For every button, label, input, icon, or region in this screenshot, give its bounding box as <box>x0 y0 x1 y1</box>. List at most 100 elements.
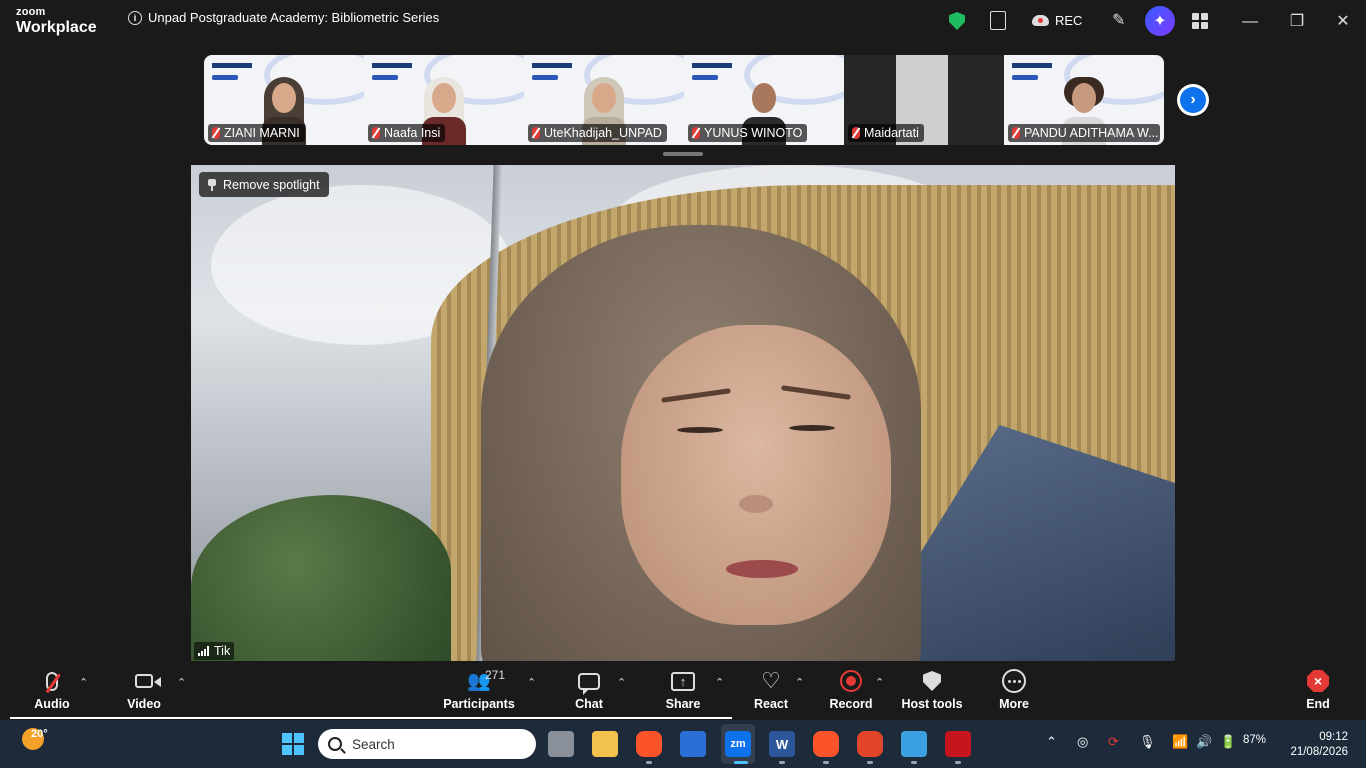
battery-icon[interactable]: 🔋 <box>1220 734 1236 750</box>
info-icon[interactable]: i <box>128 10 142 25</box>
volume-icon[interactable]: 🔊 <box>1196 734 1212 750</box>
spotlight-video[interactable] <box>191 165 1175 661</box>
participant-tile[interactable]: PANDU ADITHAMA W... <box>1004 55 1164 145</box>
task-view-icon[interactable] <box>548 731 574 757</box>
wifi-icon[interactable]: 📶 <box>1172 734 1188 750</box>
signal-strength-icon <box>198 646 209 656</box>
title-bar: zoom Workplace i Unpad Postgraduate Acad… <box>0 0 1366 44</box>
heart-icon: ♡ <box>761 668 781 693</box>
file-explorer-icon[interactable] <box>592 731 618 757</box>
video-button[interactable]: Video <box>104 667 184 711</box>
chat-icon <box>578 672 600 695</box>
toolbar-focus-underline <box>10 717 732 719</box>
close-button[interactable]: ✕ <box>1329 8 1357 36</box>
video-options-caret[interactable]: ⌃ <box>177 676 186 689</box>
cloud-record-icon <box>1032 15 1049 26</box>
brand-line-1: zoom <box>16 6 46 18</box>
chat-options-caret[interactable]: ⌃ <box>617 676 626 689</box>
tray-app-icon[interactable]: ◎ <box>1077 734 1088 750</box>
clock-time: 09:12 <box>1319 731 1348 743</box>
windows-start-icon[interactable] <box>282 733 304 755</box>
participant-tile[interactable]: UteKhadijah_UNPAD <box>524 55 684 145</box>
minimize-button[interactable]: — <box>1236 8 1264 36</box>
participant-name-tag: ZIANI MARNI <box>208 124 305 142</box>
participant-name-tag: Maidartati <box>848 124 924 142</box>
speaker-name-tag: Tik <box>194 642 235 660</box>
gallery-resize-handle[interactable] <box>663 152 703 156</box>
speaker-name: Tik <box>214 644 231 658</box>
video-label: Video <box>127 697 161 711</box>
gallery-next-button[interactable]: › <box>1177 84 1209 116</box>
apps-grid-icon[interactable] <box>1192 13 1208 29</box>
participant-tile[interactable]: YUNUS WINOTO <box>684 55 844 145</box>
meeting-info[interactable]: i Unpad Postgraduate Academy: Bibliometr… <box>128 10 439 25</box>
mic-muted-icon <box>372 127 380 139</box>
audio-button[interactable]: Audio <box>12 667 92 711</box>
participant-name: YUNUS WINOTO <box>704 126 803 140</box>
zoom-app-icon[interactable]: zm <box>725 731 751 757</box>
mic-off-icon <box>46 671 58 691</box>
recording-indicator[interactable]: REC <box>1032 13 1082 28</box>
tray-overflow-icon[interactable]: ⌃ <box>1046 734 1057 750</box>
record-icon <box>840 670 862 692</box>
taskbar-clock[interactable]: 09:12 21/08/2026 <box>1284 730 1348 760</box>
encryption-shield-icon[interactable] <box>949 12 965 30</box>
end-meeting-icon: × <box>1307 670 1329 692</box>
react-label: React <box>753 697 789 711</box>
battery-percent: 87% <box>1243 734 1267 746</box>
meeting-title: Unpad Postgraduate Academy: Bibliometric… <box>148 10 440 25</box>
remove-spotlight-button[interactable]: Remove spotlight <box>199 172 329 197</box>
weather-temp: 20° <box>31 728 48 740</box>
clock-date: 21/08/2026 <box>1290 746 1348 758</box>
shield-icon <box>923 671 941 691</box>
chat-button[interactable]: Chat <box>549 667 629 711</box>
remove-spotlight-label: Remove spotlight <box>223 177 320 192</box>
search-icon <box>328 737 342 751</box>
share-label: Share <box>665 697 701 711</box>
more-button[interactable]: More <box>974 667 1054 711</box>
annotate-icon[interactable]: ✎ <box>1112 12 1130 30</box>
gallery-strip: ZIANI MARNI Naafa Insi UteKhadijah_UNPAD… <box>204 55 1164 145</box>
participant-name: Naafa Insi <box>384 126 441 140</box>
participants-label: Participants <box>443 697 515 711</box>
pin-icon <box>208 178 216 191</box>
taskbar-search[interactable]: Search <box>318 729 536 759</box>
share-button[interactable]: ↑ Share <box>643 667 723 711</box>
participant-tile[interactable]: Maidartati <box>844 55 1004 145</box>
audio-options-caret[interactable]: ⌃ <box>79 676 88 689</box>
participant-name: UteKhadijah_UNPAD <box>544 126 662 140</box>
mic-muted-icon <box>852 127 860 139</box>
host-tools-label: Host tools <box>901 697 963 711</box>
participants-options-caret[interactable]: ⌃ <box>527 676 536 689</box>
end-button[interactable]: × End <box>1278 667 1358 711</box>
mic-tray-icon[interactable]: 🎙 <box>1139 734 1156 750</box>
participant-name: ZIANI MARNI <box>224 126 300 140</box>
participants-button[interactable]: 👥 271 Participants <box>439 667 519 711</box>
sync-icon[interactable]: ⟳ <box>1108 734 1119 750</box>
record-options-caret[interactable]: ⌃ <box>875 676 884 689</box>
mic-muted-icon <box>212 127 220 139</box>
rec-label: REC <box>1055 13 1083 28</box>
chat-label: Chat <box>575 697 603 711</box>
participant-name-tag: PANDU ADITHAMA W... <box>1008 124 1160 142</box>
ai-companion-icon[interactable]: ✦ <box>1145 6 1175 36</box>
pdf-reader-icon[interactable] <box>945 731 971 757</box>
zoom-logo: zoom Workplace <box>16 7 97 36</box>
share-options-caret[interactable]: ⌃ <box>715 676 724 689</box>
microsoft-store-icon[interactable] <box>680 731 706 757</box>
react-options-caret[interactable]: ⌃ <box>795 676 804 689</box>
host-tools-button[interactable]: Host tools <box>892 667 972 711</box>
record-button[interactable]: Record <box>811 667 891 711</box>
participant-name-tag: YUNUS WINOTO <box>688 124 808 142</box>
participant-tile[interactable]: ZIANI MARNI <box>204 55 364 145</box>
brave-browser-icon[interactable] <box>813 731 839 757</box>
participant-tile[interactable]: Naafa Insi <box>364 55 524 145</box>
word-icon[interactable]: W <box>769 731 795 757</box>
restore-button[interactable]: ❐ <box>1283 8 1311 36</box>
react-button[interactable]: ♡ React <box>731 667 811 711</box>
notes-icon[interactable] <box>990 11 1006 30</box>
brave-browser-icon[interactable] <box>636 731 662 757</box>
photos-icon[interactable] <box>901 731 927 757</box>
mic-muted-icon <box>532 127 540 139</box>
brave-beta-icon[interactable] <box>857 731 883 757</box>
